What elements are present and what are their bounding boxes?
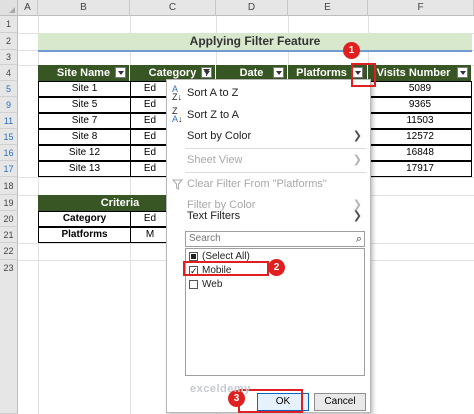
checkbox[interactable]: [189, 252, 198, 261]
row-header[interactable]: 9: [0, 97, 18, 113]
criteria-label-category[interactable]: Category: [38, 211, 131, 227]
filter-dropdown-icon[interactable]: [457, 67, 468, 78]
cell-category[interactable]: Ed: [130, 113, 170, 129]
sort-a-to-z-item[interactable]: A Z↓ Sort A to Z: [167, 82, 370, 104]
filter-applied-icon[interactable]: [201, 67, 212, 78]
chevron-right-icon: ❯: [352, 154, 362, 166]
cell-visits[interactable]: 17917: [368, 161, 472, 177]
sort-ascending-icon: A Z↓: [172, 84, 182, 102]
cell-category[interactable]: Ed: [130, 145, 170, 161]
filter-dropdown-icon[interactable]: [273, 67, 284, 78]
menu-item-label: Sort A to Z: [187, 87, 239, 99]
list-item-label: Web: [202, 279, 223, 290]
row-header[interactable]: 4: [0, 65, 18, 81]
select-all-corner[interactable]: [0, 0, 18, 16]
search-icon: ⌕: [355, 233, 362, 245]
cell-visits[interactable]: 12572: [368, 129, 472, 145]
cell-site[interactable]: Site 8: [38, 129, 131, 145]
sort-z-to-a-item[interactable]: Z A↓ Sort Z to A: [167, 104, 370, 126]
row-header[interactable]: 22: [0, 243, 18, 260]
highlight-platforms-dropdown: [351, 63, 376, 87]
cell-visits[interactable]: 9365: [368, 97, 472, 113]
header-label: Site Name: [56, 67, 111, 79]
menu-item-label: Sort Z to A: [187, 109, 239, 121]
criteria-value-category[interactable]: Ed: [130, 211, 170, 227]
column-header-a[interactable]: A: [18, 0, 38, 16]
row-header[interactable]: 11: [0, 113, 18, 129]
header-label: Visits Number: [376, 67, 451, 79]
cell-category[interactable]: Ed: [130, 97, 170, 113]
column-header-f[interactable]: F: [368, 0, 474, 16]
cell-site[interactable]: Site 7: [38, 113, 131, 129]
row-header[interactable]: 1: [0, 16, 18, 33]
row-header[interactable]: 21: [0, 227, 18, 243]
row-header[interactable]: 19: [0, 195, 18, 211]
cell-category[interactable]: Ed: [130, 161, 170, 177]
cancel-button[interactable]: Cancel: [314, 393, 366, 411]
row-header[interactable]: 5: [0, 81, 18, 97]
step-badge-2: 2: [268, 259, 285, 276]
sheet-view-item: Sheet View ❯: [167, 149, 370, 171]
header-label: Platforms: [296, 67, 347, 79]
cell-site[interactable]: Site 12: [38, 145, 131, 161]
cell-site[interactable]: Site 1: [38, 81, 131, 97]
cell-visits[interactable]: 11503: [368, 113, 472, 129]
step-badge-1: 1: [343, 42, 360, 59]
criteria-value-platforms[interactable]: M: [130, 227, 170, 243]
header-label: Date: [239, 67, 264, 79]
chevron-right-icon: ❯: [352, 210, 362, 222]
row-header[interactable]: 3: [0, 50, 18, 65]
header-visits-number: Visits Number: [368, 65, 472, 81]
menu-item-label: Text Filters: [187, 210, 241, 222]
menu-item-label: Sort by Color: [187, 130, 252, 142]
search-input[interactable]: [189, 233, 339, 244]
highlight-mobile-item: [183, 261, 269, 276]
cell-category[interactable]: Ed: [130, 129, 170, 145]
cell-site[interactable]: Site 5: [38, 97, 131, 113]
cell-category[interactable]: Ed: [130, 81, 170, 97]
row-header[interactable]: 2: [0, 33, 18, 50]
sort-descending-icon: Z A↓: [172, 106, 183, 124]
row-header[interactable]: 23: [0, 260, 18, 414]
sheet-title: Applying Filter Feature: [38, 33, 472, 52]
row-header[interactable]: 20: [0, 211, 18, 227]
menu-item-label: Clear Filter From "Platforms": [187, 178, 327, 190]
text-filters-item[interactable]: Text Filters ❯: [167, 205, 370, 227]
column-header-d[interactable]: D: [216, 0, 288, 16]
row-header[interactable]: 17: [0, 161, 18, 177]
header-site-name: Site Name: [38, 65, 130, 81]
filter-search-box[interactable]: ⌕: [185, 231, 365, 247]
row-header[interactable]: 16: [0, 145, 18, 161]
column-header-b[interactable]: B: [38, 0, 130, 16]
row-header[interactable]: 18: [0, 177, 18, 195]
header-label: Category: [148, 67, 197, 79]
sort-by-color-item[interactable]: Sort by Color ❯: [167, 125, 370, 147]
checkbox[interactable]: [189, 280, 198, 289]
filter-menu: A Z↓ Sort A to Z Z A↓ Sort Z to A Sort by …: [166, 79, 371, 413]
chevron-right-icon: ❯: [352, 130, 362, 142]
clear-filter-icon: [171, 179, 184, 191]
clear-filter-item: Clear Filter From "Platforms": [167, 173, 370, 195]
watermark-logo: exceldemy: [190, 383, 251, 395]
criteria-label-platforms[interactable]: Platforms: [38, 227, 131, 243]
menu-item-label: Sheet View: [187, 154, 243, 166]
column-header-c[interactable]: C: [130, 0, 216, 16]
cell-site[interactable]: Site 13: [38, 161, 131, 177]
row-header[interactable]: 15: [0, 129, 18, 145]
filter-dropdown-icon[interactable]: [115, 67, 126, 78]
column-header-e[interactable]: E: [288, 0, 368, 16]
cell-visits[interactable]: 16848: [368, 145, 472, 161]
cell-visits[interactable]: 5089: [368, 81, 472, 97]
